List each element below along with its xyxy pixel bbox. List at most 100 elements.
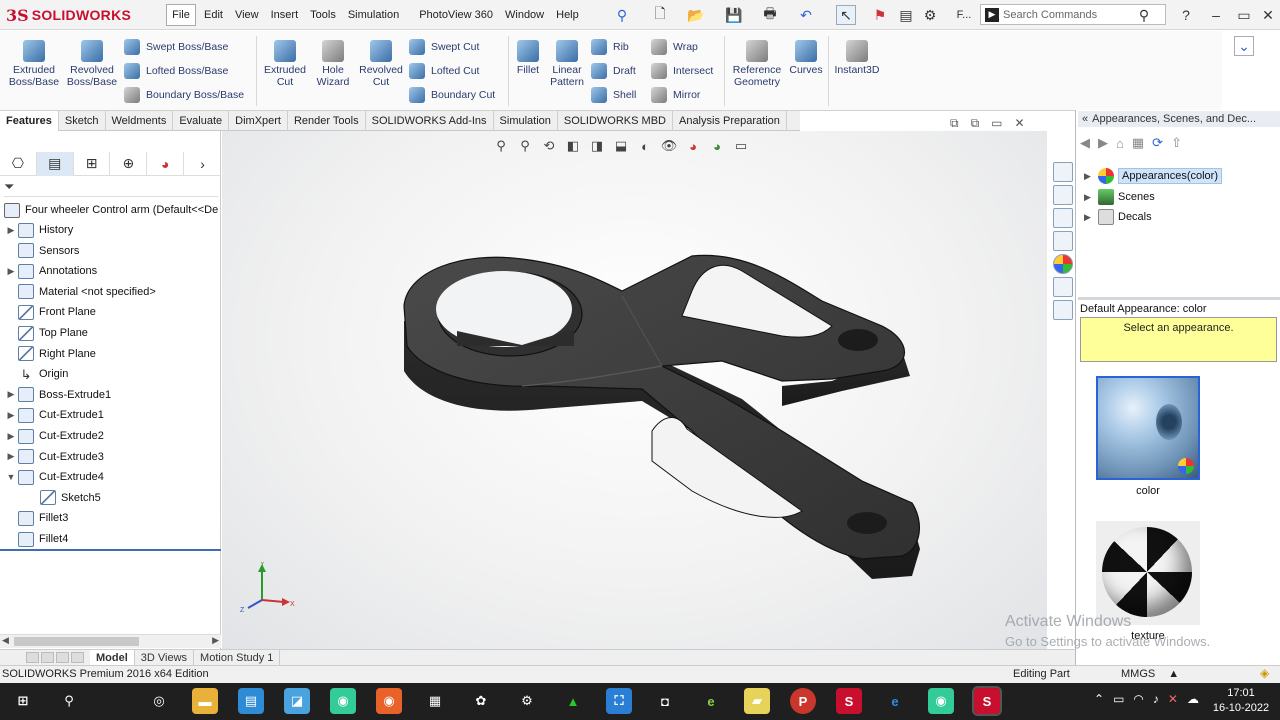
new-document-icon[interactable]: 🗋 — [650, 5, 670, 25]
appearance-thumb-color[interactable] — [1096, 376, 1200, 480]
refresh-icon[interactable]: ⟳ — [1152, 135, 1163, 151]
reference-geometry-button[interactable]: Reference Geometry — [730, 40, 784, 88]
wrap-button[interactable]: Wrap — [651, 38, 698, 56]
onedrive-icon[interactable]: ☁ — [1187, 692, 1199, 706]
feature-manager-tab-icon[interactable]: ⎔ — [0, 151, 37, 176]
tab-simulation[interactable]: Simulation — [494, 111, 558, 131]
expand-arrow-icon[interactable]: ▶ — [4, 225, 18, 236]
tree-item-boss-extrude1[interactable]: ▶ Boss-Extrude1 — [4, 385, 111, 405]
tree-root[interactable]: Four wheeler Control arm (Default<<De — [4, 200, 218, 220]
tray-up-icon[interactable]: ⌃ — [1094, 692, 1104, 706]
configuration-manager-tab-icon[interactable]: ⊞ — [74, 151, 111, 176]
draft-button[interactable]: Draft — [591, 62, 636, 80]
toolbar-overflow[interactable]: F... — [954, 5, 974, 25]
tab-dimxpert[interactable]: DimXpert — [229, 111, 288, 131]
expand-arrow-icon[interactable]: ▶ — [4, 431, 18, 442]
design-library-icon[interactable] — [1053, 185, 1073, 205]
expand-arrow-icon[interactable]: ▶ — [4, 266, 18, 277]
options-gear-icon[interactable]: ⚙ — [920, 5, 940, 25]
tree-item-history[interactable]: ▶ History — [4, 220, 73, 240]
file-explorer-taskbar-icon[interactable]: ▬ — [192, 688, 218, 714]
tab-analysis-preparation[interactable]: Analysis Preparation — [673, 111, 787, 131]
snipping-taskbar-icon[interactable]: ⛶ — [606, 688, 632, 714]
tab-mbd[interactable]: SOLIDWORKS MBD — [558, 111, 673, 131]
curves-button[interactable]: Curves — [788, 40, 824, 76]
expand-arrow-icon[interactable]: ▼ — [4, 472, 18, 482]
fillet-button[interactable]: Fillet — [512, 40, 544, 76]
expand-arrow-icon[interactable]: ▶ — [1084, 192, 1094, 203]
forward-icon[interactable]: ▶ — [1098, 135, 1108, 151]
display-manager-tab-icon[interactable]: ◕ — [147, 151, 185, 176]
expand-arrow-icon[interactable]: ▶ — [4, 389, 18, 400]
rebuild-icon[interactable]: ⚑ — [870, 5, 890, 25]
tab-weldments[interactable]: Weldments — [106, 111, 174, 131]
search-icon[interactable]: ⚲ — [1134, 5, 1154, 25]
tree-item-fillet3[interactable]: Fillet3 — [4, 508, 68, 528]
file-properties-icon[interactable]: ▤ — [896, 5, 916, 25]
hole-wizard-button[interactable]: Hole Wizard — [312, 40, 354, 88]
close-icon[interactable]: ✕ — [1258, 5, 1278, 25]
filter-funnel-icon[interactable]: ⏷ — [4, 179, 218, 197]
solidworks-2016-taskbar-icon[interactable]: S — [836, 688, 862, 714]
undo-icon[interactable]: ↶ — [796, 5, 816, 25]
taskbar-search-icon[interactable]: ⚲ — [56, 688, 82, 714]
help-icon[interactable]: ? — [1176, 5, 1196, 25]
up-folder-icon[interactable]: ⇧ — [1171, 135, 1182, 151]
menu-insert[interactable]: Insert — [265, 9, 305, 21]
pane-splitter[interactable] — [1078, 297, 1280, 300]
solidworks-active-taskbar-icon[interactable]: S — [972, 686, 1002, 716]
status-units[interactable]: MMGS ▲ — [1121, 668, 1179, 680]
tab-evaluate[interactable]: Evaluate — [173, 111, 230, 131]
notes-taskbar-icon[interactable]: ◪ — [284, 688, 310, 714]
tree-item-cut-extrude1[interactable]: ▶ Cut-Extrude1 — [4, 405, 104, 425]
scroll-thumb[interactable] — [14, 637, 139, 646]
doc-restore-icon[interactable]: ⧉ — [950, 116, 959, 131]
lofted-cut-button[interactable]: Lofted Cut — [409, 62, 479, 80]
boundary-cut-button[interactable]: Boundary Cut — [409, 86, 495, 104]
boundary-boss-button[interactable]: Boundary Boss/Base — [124, 86, 244, 104]
calculator-taskbar-icon[interactable]: ▦ — [422, 688, 448, 714]
lofted-boss-button[interactable]: Lofted Boss/Base — [124, 62, 228, 80]
tree-item-top-plane[interactable]: Top Plane — [4, 323, 88, 343]
doc-minimize-icon[interactable]: ▭ — [991, 116, 1002, 131]
menu-help[interactable]: Help — [550, 9, 585, 21]
network-status-icon[interactable]: ✕ — [1168, 692, 1178, 706]
tab-3d-views[interactable]: 3D Views — [135, 649, 195, 666]
custom-properties-icon[interactable] — [1053, 277, 1073, 297]
tab-render-tools[interactable]: Render Tools — [288, 111, 366, 131]
folder-taskbar-icon[interactable]: ▰ — [744, 688, 770, 714]
doc-close-icon[interactable]: ✕ — [1015, 116, 1025, 131]
tab-addins[interactable]: SOLIDWORKS Add-Ins — [366, 111, 494, 131]
expand-arrow-icon[interactable]: ▶ — [4, 410, 18, 421]
minimize-icon[interactable]: – — [1206, 5, 1226, 25]
scroll-right-icon[interactable]: ▶ — [212, 635, 219, 646]
select-cursor-icon[interactable]: ↖ — [836, 5, 856, 25]
chrome-taskbar-icon[interactable]: ◉ — [330, 688, 356, 714]
tree-item-sensors[interactable]: Sensors — [4, 241, 79, 261]
windows-start-icon[interactable]: ⊞ — [10, 688, 36, 714]
scroll-left-icon[interactable]: ◀ — [2, 635, 9, 646]
extruded-boss-button[interactable]: Extruded Boss/Base — [8, 40, 60, 88]
tab-features[interactable]: Features — [0, 111, 59, 131]
tree-item-cut-extrude2[interactable]: ▶ Cut-Extrude2 — [4, 426, 104, 446]
doc-tile-icon[interactable]: ⧉ — [971, 116, 980, 131]
menu-photoview[interactable]: PhotoView 360 — [405, 9, 499, 21]
camera-taskbar-icon[interactable]: ◘ — [652, 688, 678, 714]
tab-model[interactable]: Model — [90, 649, 135, 666]
menu-file[interactable]: File — [166, 4, 196, 26]
collapse-pane-icon[interactable]: « — [1082, 113, 1088, 125]
store-taskbar-icon[interactable]: ▤ — [238, 688, 264, 714]
tree-item-annotations[interactable]: ▶ Annotations — [4, 261, 97, 281]
tab-sketch[interactable]: Sketch — [59, 111, 106, 131]
horizontal-scrollbar[interactable]: ◀ ▶ — [0, 634, 221, 648]
firefox-taskbar-icon[interactable]: ◉ — [376, 688, 402, 714]
rebuild-status-icon[interactable]: ◈ — [1260, 666, 1269, 680]
save-icon[interactable]: 💾 — [724, 5, 744, 25]
view-palette-icon[interactable] — [1053, 231, 1073, 251]
add-folder-icon[interactable]: ▦ — [1132, 135, 1144, 151]
clock[interactable]: 17:01 16-10-2022 — [1206, 686, 1276, 716]
tree-item-appearances[interactable]: ▶ Appearances(color) — [1084, 166, 1222, 186]
revolved-cut-button[interactable]: Revolved Cut — [358, 40, 404, 88]
chrome2-taskbar-icon[interactable]: ◉ — [928, 688, 954, 714]
control-arm-model[interactable] — [222, 131, 1047, 649]
